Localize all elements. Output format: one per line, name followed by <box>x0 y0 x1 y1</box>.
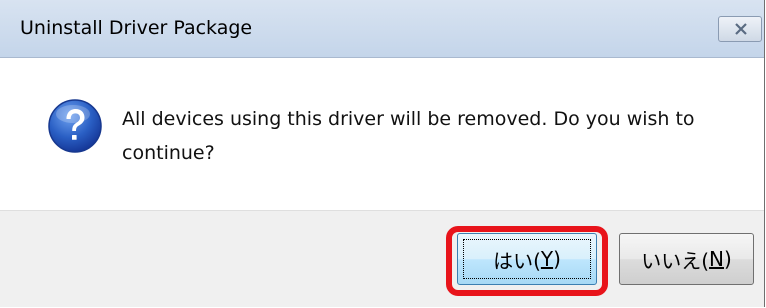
no-mnemonic: N <box>709 247 724 271</box>
title-bar[interactable]: Uninstall Driver Package <box>0 0 764 58</box>
no-button[interactable]: いいえ(N) <box>619 233 754 285</box>
close-icon <box>735 23 747 35</box>
no-label-prefix: いいえ( <box>641 248 710 273</box>
dialog-content: All devices using this driver will be re… <box>0 58 764 210</box>
close-button[interactable] <box>718 16 762 42</box>
message-text: All devices using this driver will be re… <box>122 108 695 164</box>
no-label-suffix: ) <box>723 247 732 271</box>
red-highlight-box <box>446 226 608 296</box>
window-title: Uninstall Driver Package <box>20 17 253 39</box>
uninstall-dialog: Uninstall Driver Package All devices usi… <box>0 0 765 307</box>
button-bar: はい(Y) いいえ(N) <box>0 210 764 307</box>
question-icon <box>48 99 102 153</box>
